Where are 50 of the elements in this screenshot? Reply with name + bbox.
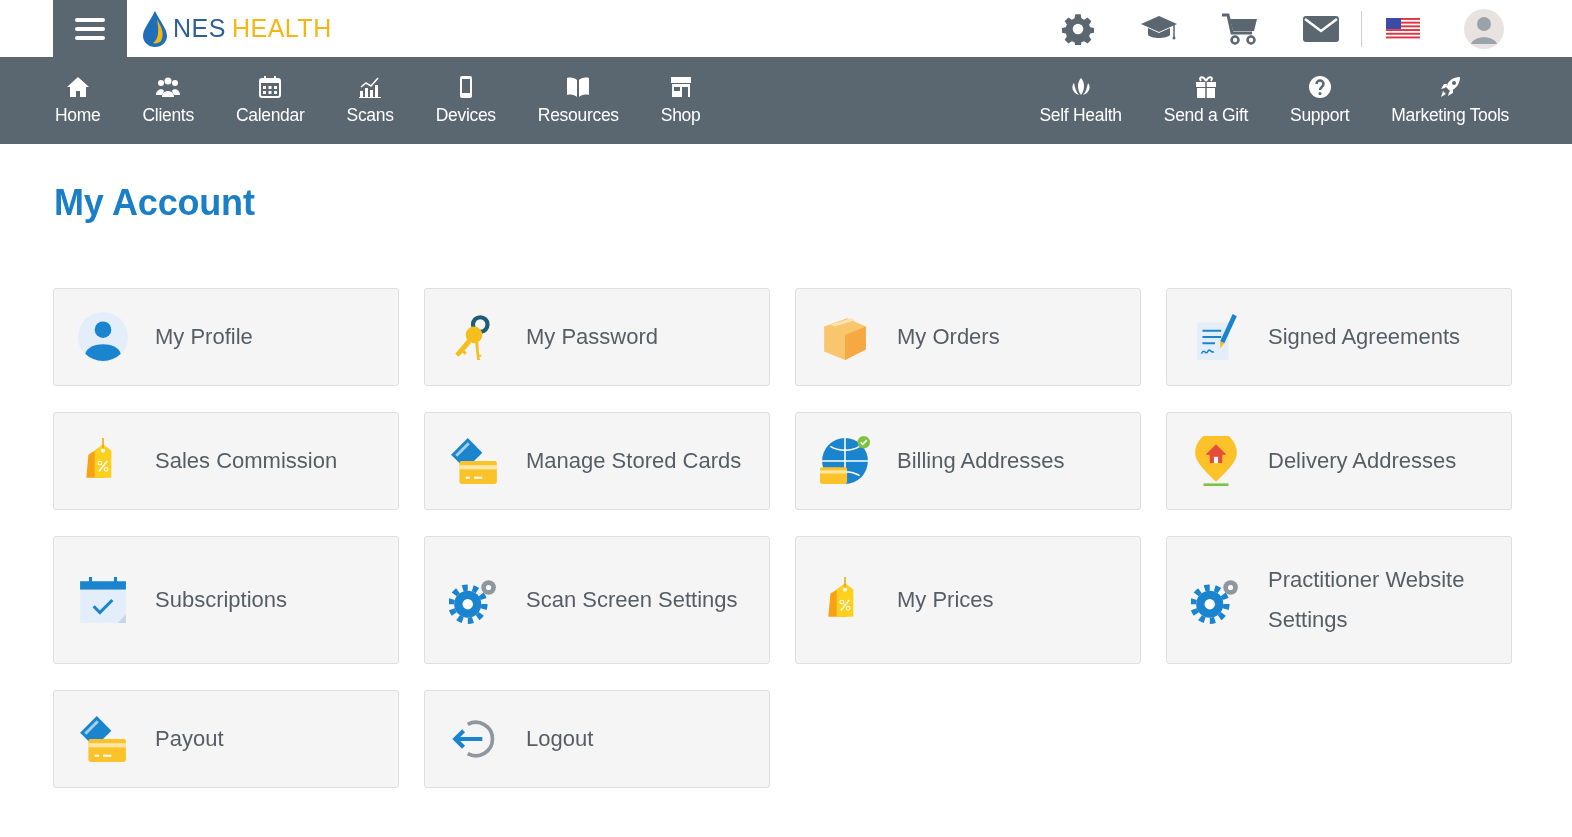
nav-link[interactable]: Support bbox=[1269, 57, 1371, 144]
account-tile[interactable]: Manage Stored Cards bbox=[424, 412, 770, 510]
account-tile[interactable]: My Prices bbox=[795, 536, 1141, 664]
menu-icon bbox=[75, 16, 105, 41]
nav-link[interactable]: Home bbox=[34, 57, 122, 144]
account-tile[interactable]: Scan Screen Settings bbox=[424, 536, 770, 664]
nav-link[interactable]: Self Health bbox=[1018, 57, 1143, 144]
book-icon bbox=[566, 75, 591, 99]
rocket-icon bbox=[1438, 75, 1463, 99]
flag-icon[interactable] bbox=[1385, 17, 1420, 40]
logo-text: HEALTH bbox=[231, 14, 332, 43]
page-title: My Account bbox=[54, 182, 256, 224]
calendar-icon bbox=[258, 75, 283, 99]
gift-icon bbox=[1193, 75, 1218, 99]
cart-icon[interactable] bbox=[1220, 11, 1259, 46]
nav-link[interactable]: Send a Gift bbox=[1142, 57, 1270, 144]
bar-chart-icon bbox=[358, 75, 383, 99]
globe-card-icon bbox=[820, 436, 870, 486]
account-tile[interactable]: Logout bbox=[424, 690, 770, 788]
nav-link[interactable]: Devices bbox=[414, 57, 517, 144]
nav-link[interactable]: Scans bbox=[325, 57, 415, 144]
home-icon bbox=[65, 75, 90, 99]
mail-icon[interactable] bbox=[1302, 15, 1339, 42]
account-tile[interactable]: My Orders bbox=[795, 288, 1141, 386]
menu-button[interactable] bbox=[53, 0, 127, 57]
account-tile[interactable]: My Profile bbox=[53, 288, 399, 386]
account-tile[interactable]: Payout bbox=[53, 690, 399, 788]
nav-link[interactable]: Marketing Tools bbox=[1370, 57, 1530, 144]
avatar-icon[interactable] bbox=[1461, 6, 1506, 51]
settings-icon[interactable] bbox=[1061, 12, 1094, 45]
account-tile[interactable]: Signed Agreements bbox=[1166, 288, 1512, 386]
account-tile[interactable]: My Password bbox=[424, 288, 770, 386]
nav-link[interactable]: Clients bbox=[121, 57, 215, 144]
nav-link[interactable]: Resources bbox=[516, 57, 640, 144]
logo-icon bbox=[143, 10, 167, 47]
help-icon bbox=[1307, 75, 1332, 99]
account-tile[interactable]: Practitioner Website Settings bbox=[1166, 536, 1512, 664]
nav-link[interactable]: Calendar bbox=[214, 57, 326, 144]
credit-cards-icon bbox=[78, 714, 128, 764]
calendar-check-icon bbox=[78, 575, 128, 625]
credit-cards-icon bbox=[449, 436, 499, 486]
account-tile[interactable]: Delivery Addresses bbox=[1166, 412, 1512, 510]
account-tile[interactable]: Sales Commission bbox=[53, 412, 399, 510]
account-tile[interactable]: Subscriptions bbox=[53, 536, 399, 664]
logo-text: NES bbox=[173, 14, 226, 43]
account-tile[interactable]: Billing Addresses bbox=[795, 412, 1141, 510]
user-icon bbox=[78, 312, 128, 362]
store-icon bbox=[668, 75, 693, 99]
people-icon bbox=[156, 75, 181, 99]
nav-link[interactable]: Shop bbox=[639, 57, 722, 144]
